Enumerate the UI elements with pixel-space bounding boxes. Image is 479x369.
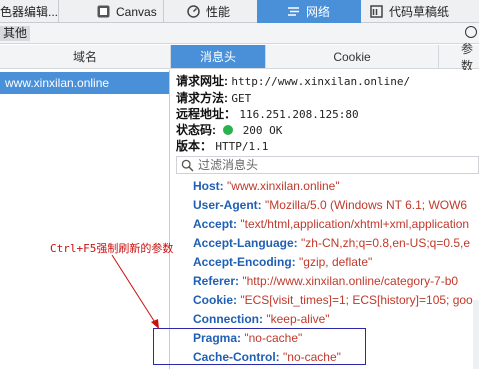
header-value: "keep-alive" [266,312,330,326]
status-code-row: 状态码: 200 OK [176,122,282,138]
header-row-referer[interactable]: Referer: "http://www.xinxilan.online/cat… [193,272,479,291]
remote-address-value: 116.251.208.125:80 [239,108,359,121]
header-name: Accept-Language: [193,236,298,250]
request-domain: www.xinxilan.online [5,76,110,90]
tab-shader-editor[interactable]: 色器编辑... [0,0,58,23]
header-filter-box [176,156,479,174]
remote-address-label: 远程地址： [176,107,237,121]
tab-cookie[interactable]: Cookie [266,45,439,69]
request-url-label: 请求网址: [176,74,228,88]
tab-label: 代码草稿纸 [389,5,450,19]
request-method-label: 请求方法: [176,91,228,105]
tab-label: 网络 [306,5,331,19]
header-name: Host: [193,179,224,193]
header-row-user-agent[interactable]: User-Agent: "Mozilla/5.0 (Windows NT 6.1… [193,196,479,215]
header-row-cookie[interactable]: Cookie: "ECS[visit_times]=1; ECS[history… [193,291,479,310]
domain-column-header[interactable]: 域名 [0,45,171,69]
search-icon [181,159,194,172]
tab-performance[interactable]: 性能 [164,0,257,23]
request-url-row: 请求网址: http://www.xinxilan.online/ [176,73,410,89]
header-row-host[interactable]: Host: "www.xinxilan.online" [193,177,479,196]
devtools-tabbar: 色器编辑... Canvas 性能 网络 代码草稿纸 [0,0,479,23]
request-filter-bar: 其他 [0,23,479,44]
header-value: "text/html,application/xhtml+xml,applica… [240,217,470,231]
header-filter-input[interactable] [198,158,468,172]
request-list: www.xinxilan.online [0,70,170,369]
status-code-label: 状态码: [176,123,216,137]
tab-params[interactable]: 参数 [439,42,479,73]
header-name: Cookie: [193,293,238,307]
annotation-label: Ctrl+F5强制刷新的参数 [50,242,174,255]
tab-label: 色器编辑... [0,5,59,19]
status-code-value: 200 OK [242,124,283,137]
tab-label: Canvas [116,4,157,19]
header-name: Accept: [193,217,238,231]
header-row-accept-language[interactable]: Accept-Language: "zh-CN,zh;q=0.8,en-US;q… [193,234,479,253]
header-value: "http://www.xinxilan.online/category-7-b… [242,274,459,288]
header-value: "ECS[visit_times]=1; ECS[history]=105; g… [240,293,473,307]
scratchpad-icon [370,5,383,18]
performance-icon [187,5,200,18]
tab-headers[interactable]: 消息头 [171,45,266,69]
http-version-label: 版本： [176,139,213,153]
header-value: "www.xinxilan.online" [227,179,340,193]
header-name: Connection: [193,312,263,326]
canvas-icon [97,5,110,18]
clear-circle-icon[interactable] [465,26,477,38]
header-value: "zh-CN,zh;q=0.8,en-US;q=0.5,e [301,236,471,250]
remote-address-row: 远程地址： 116.251.208.125:80 [176,106,359,122]
header-name: User-Agent: [193,198,262,212]
headers-scrollbar[interactable] [473,300,479,369]
tab-network[interactable]: 网络 [257,0,361,23]
http-version-value: HTTP/1.1 [215,140,269,153]
headers-panel: 请求网址: http://www.xinxilan.online/ 请求方法: … [171,70,479,369]
tab-scratchpad[interactable]: 代码草稿纸 [361,0,479,23]
header-name: Referer: [193,274,240,288]
tab-label: 性能 [206,5,231,19]
annotation-highlight-box [153,328,366,365]
header-name: Accept-Encoding: [193,255,296,269]
header-value: "gzip, deflate" [299,255,373,269]
header-row-connection[interactable]: Connection: "keep-alive" [193,310,479,329]
request-row[interactable]: www.xinxilan.online [0,72,169,94]
request-method-row: 请求方法: GET [176,90,251,106]
network-icon [287,5,300,18]
header-value: "Mozilla/5.0 (Windows NT 6.1; WOW6 [265,198,468,212]
status-ok-dot-icon [223,125,234,135]
header-row-accept[interactable]: Accept: "text/html,application/xhtml+xml… [193,215,479,234]
request-url-value: http://www.xinxilan.online/ [231,75,411,88]
request-method-value: GET [231,92,252,105]
filter-other-button[interactable]: 其他 [0,26,31,41]
http-version-row: 版本： HTTP/1.1 [176,138,268,154]
tab-canvas[interactable]: Canvas [59,0,163,23]
header-row-accept-encoding[interactable]: Accept-Encoding: "gzip, deflate" [193,253,479,272]
